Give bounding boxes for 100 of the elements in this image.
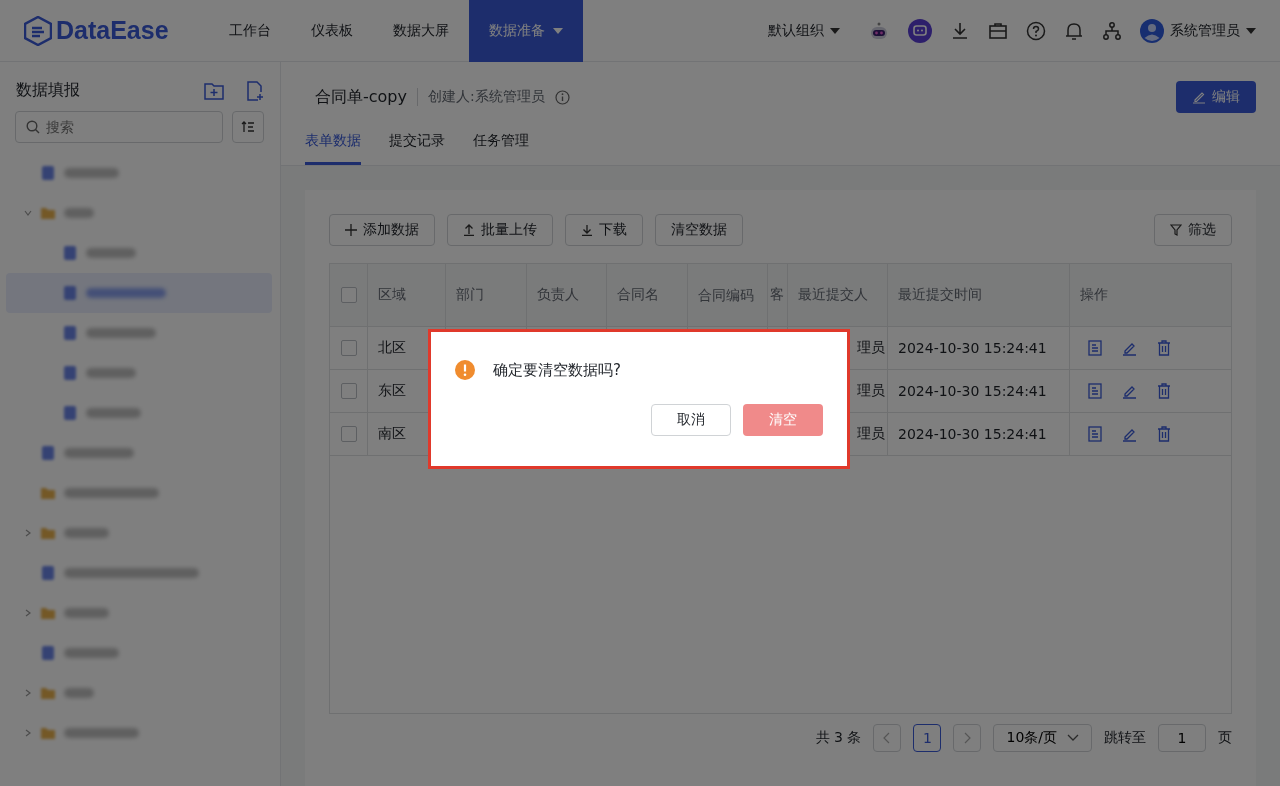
logo-icon: [24, 15, 52, 46]
file-icon: [40, 165, 56, 181]
trash-icon[interactable]: [1157, 426, 1171, 442]
checkbox[interactable]: [340, 383, 357, 399]
file-icon: [40, 565, 56, 581]
document-icon[interactable]: [1088, 426, 1102, 442]
chevron-down-icon: [1067, 734, 1079, 742]
document-icon[interactable]: [1088, 340, 1102, 356]
file-icon: [40, 445, 56, 461]
column-header: 操作: [1079, 285, 1109, 304]
table-cell: 理员: [857, 339, 885, 357]
trash-icon[interactable]: [1157, 340, 1171, 356]
chevron-left-icon: [883, 732, 892, 744]
next-page-button[interactable]: [953, 724, 982, 752]
file-icon: [40, 645, 56, 661]
search-box[interactable]: 搜索: [15, 111, 223, 143]
document-icon[interactable]: [1088, 383, 1102, 399]
page-button[interactable]: 1: [913, 724, 942, 752]
nav-tab[interactable]: 仪表板: [291, 0, 373, 62]
edit-button[interactable]: 编辑: [1176, 81, 1256, 113]
new-folder-icon[interactable]: [204, 81, 224, 100]
toolbar-button[interactable]: 清空数据: [655, 214, 743, 246]
pencil-icon: [1192, 90, 1206, 104]
file-icon: [62, 245, 78, 261]
column-header: 合同编码: [688, 264, 768, 326]
creator-label: 创建人:系统管理员: [428, 88, 545, 106]
jump-label: 跳转至: [1104, 729, 1146, 747]
blurred-text: [64, 168, 119, 178]
filter-icon: [1170, 224, 1182, 236]
prev-page-button[interactable]: [873, 724, 902, 752]
chat-bot-icon[interactable]: [908, 18, 932, 43]
checkbox[interactable]: [340, 340, 357, 356]
table-cell: 理员: [857, 425, 885, 443]
logo-text: DataEase: [56, 16, 169, 45]
table-cell: 2024-10-30 15:24:41: [888, 413, 1070, 455]
sort-button[interactable]: [232, 111, 264, 143]
page-input[interactable]: 1: [1158, 724, 1206, 752]
column-header: 客: [768, 264, 788, 326]
file-icon: [62, 325, 78, 341]
clear-button[interactable]: 清空: [743, 404, 823, 436]
nav-tab[interactable]: 数据大屏: [373, 0, 469, 62]
filter-button[interactable]: 筛选: [1154, 214, 1232, 246]
warning-icon: [455, 360, 475, 380]
tab[interactable]: 任务管理: [473, 120, 529, 165]
column-header: 负责人: [527, 264, 607, 326]
file-icon: [62, 285, 78, 301]
trash-icon[interactable]: [1157, 383, 1171, 399]
caret-icon: [830, 27, 840, 34]
column-header: 最近提交时间: [888, 264, 1070, 326]
toolbar-button[interactable]: 下载: [565, 214, 643, 246]
bell-icon[interactable]: [1064, 20, 1084, 41]
folder-icon: [40, 685, 56, 701]
column-header: 合同名: [607, 264, 688, 326]
new-file-icon[interactable]: [246, 80, 264, 101]
toolbar-button[interactable]: 批量上传: [447, 214, 553, 246]
checkbox[interactable]: [340, 426, 357, 442]
briefcase-icon[interactable]: [988, 20, 1008, 41]
blurred-text: [64, 688, 94, 698]
table-cell: 2024-10-30 15:24:41: [888, 370, 1070, 412]
total-count: 共 3 条: [815, 729, 862, 747]
blurred-text: [86, 248, 136, 258]
info-icon[interactable]: [554, 89, 570, 105]
dialog-message: 确定要清空数据吗?: [493, 360, 621, 380]
sidebar-title: 数据填报: [16, 80, 81, 101]
blurred-text: [64, 528, 109, 538]
blurred-text: [86, 368, 136, 378]
blurred-text: [64, 208, 94, 218]
column-header: 区域: [368, 264, 446, 326]
file-icon: [62, 365, 78, 381]
org-tree-icon[interactable]: [1102, 20, 1122, 41]
caret-icon: [553, 27, 563, 34]
table-cell: 2024-10-30 15:24:41: [888, 327, 1070, 369]
avatar-icon[interactable]: [1140, 18, 1164, 43]
tree-item[interactable]: [6, 273, 272, 313]
blurred-text: [64, 608, 109, 618]
column-header: 部门: [446, 264, 527, 326]
org-selector[interactable]: 默认组织: [768, 21, 840, 40]
page-size-select[interactable]: 10条/页: [993, 724, 1092, 752]
chevron-right-icon: [963, 732, 972, 744]
table-cell: 理员: [857, 382, 885, 400]
nav-tab[interactable]: 数据准备: [469, 0, 583, 62]
tab[interactable]: 提交记录: [389, 120, 445, 165]
toolbar-button[interactable]: 添加数据: [329, 214, 435, 246]
folder-icon: [40, 605, 56, 621]
plus-icon: [345, 224, 357, 236]
user-name[interactable]: 系统管理员: [1170, 21, 1240, 40]
cancel-button[interactable]: 取消: [651, 404, 731, 436]
nav-tab[interactable]: 工作台: [209, 0, 291, 62]
blurred-text: [86, 328, 156, 338]
help-icon[interactable]: [1026, 20, 1046, 41]
form-title: 合同单-copy: [315, 86, 407, 108]
folder-icon: [40, 485, 56, 501]
folder-icon: [40, 205, 56, 221]
checkbox[interactable]: [340, 287, 357, 303]
folder-icon: [40, 725, 56, 741]
sort-icon: [241, 121, 255, 133]
caret-icon: [1246, 27, 1256, 34]
download-icon[interactable]: [950, 20, 970, 41]
blurred-text: [64, 648, 119, 658]
download-icon: [581, 224, 593, 236]
